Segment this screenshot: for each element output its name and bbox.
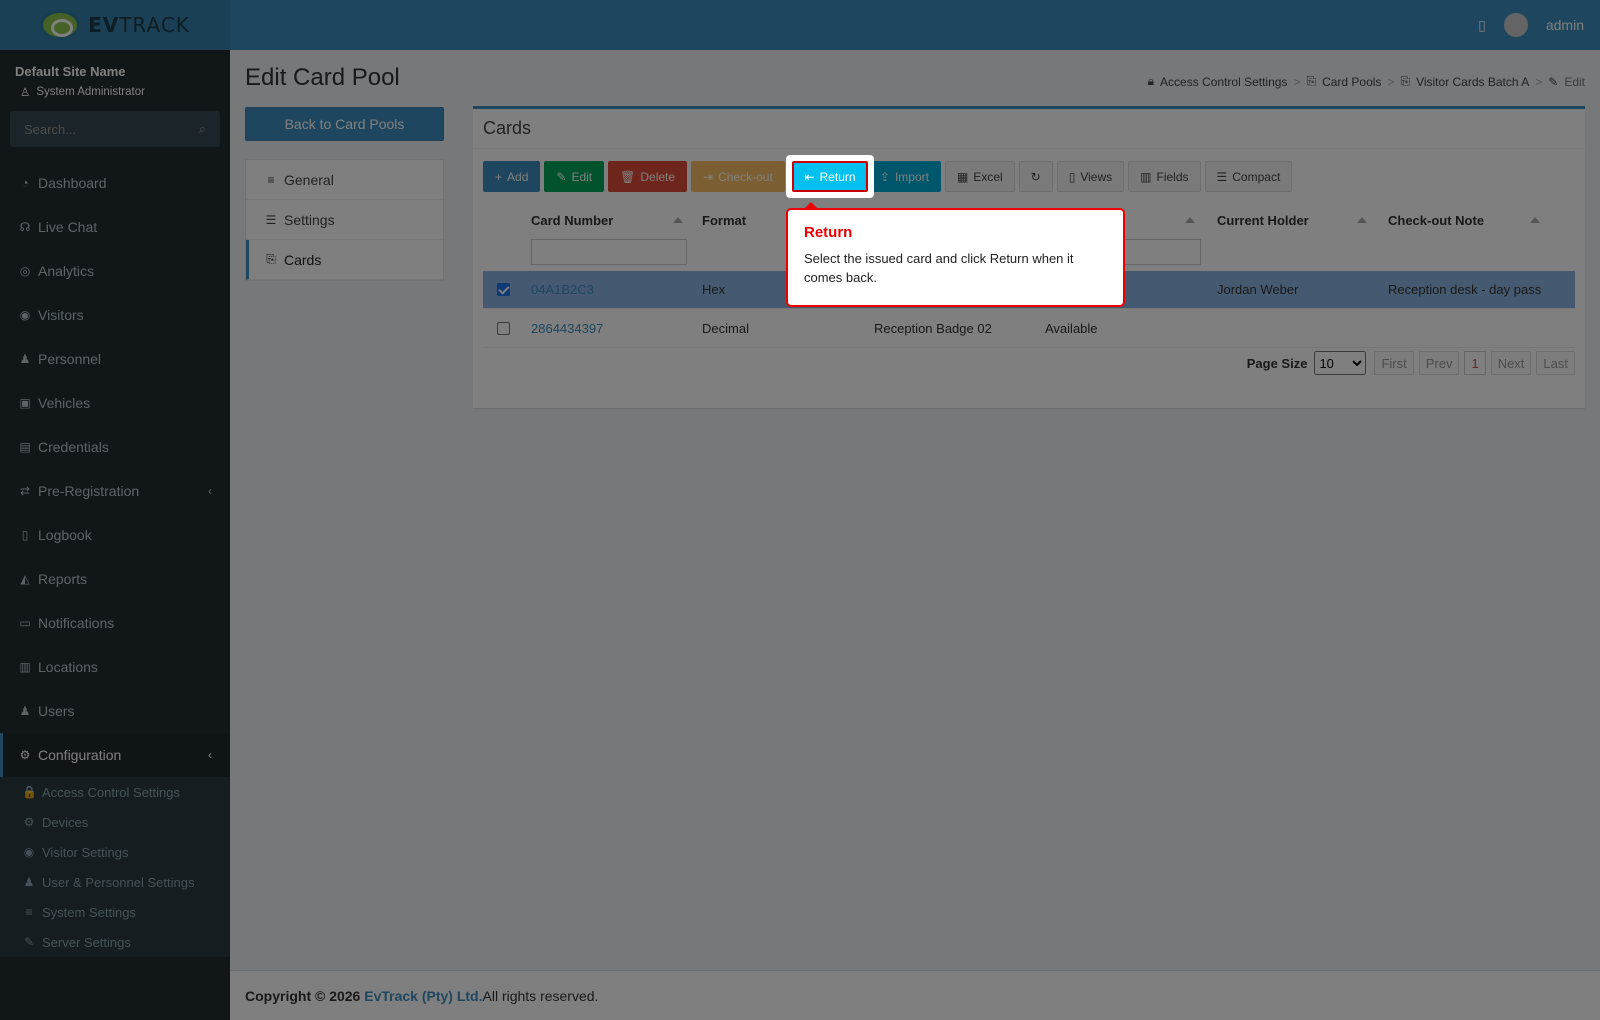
popover-title: Return: [804, 224, 853, 241]
return-button-highlighted[interactable]: ⇤ Return: [792, 161, 868, 192]
tour-popover: Return Select the issued card and click …: [786, 202, 1125, 307]
tour-overlay[interactable]: [0, 0, 1600, 1020]
popover-text: Select the issued card and click Return …: [804, 251, 1074, 285]
return-icon: ⇤: [804, 169, 815, 184]
